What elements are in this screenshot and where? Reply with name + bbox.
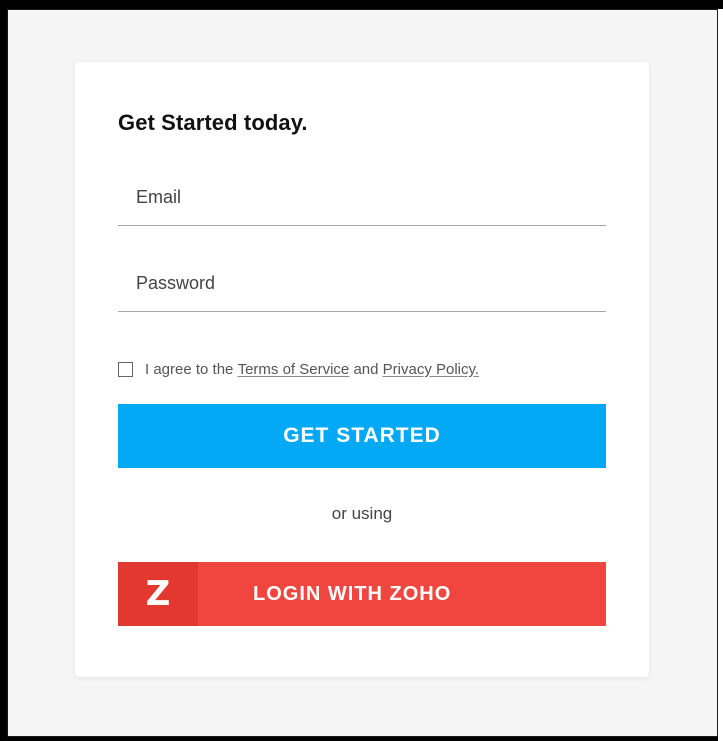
get-started-button[interactable]: GET STARTED [118, 404, 606, 468]
terms-agreement: I agree to the Terms of Service and Priv… [118, 360, 479, 378]
agree-prefix-text: I agree to the [145, 360, 234, 378]
terms-of-service-link[interactable]: Terms of Service [238, 361, 350, 378]
zoho-button-label: LOGIN WITH ZOHO [253, 582, 452, 605]
email-input[interactable] [118, 170, 606, 225]
page-edge [718, 9, 723, 741]
password-field [118, 256, 606, 312]
signup-card: Get Started today. I agree to the Terms … [75, 62, 649, 677]
card-title: Get Started today. [118, 110, 308, 135]
or-using-text: or using [331, 504, 393, 523]
agree-and-text: and [353, 360, 379, 378]
agree-checkbox[interactable] [118, 361, 133, 377]
email-field [118, 170, 606, 226]
zoho-logo-icon: Z [118, 562, 198, 626]
login-with-zoho-button[interactable]: Z LOGIN WITH ZOHO [118, 562, 606, 626]
password-input[interactable] [118, 256, 606, 311]
privacy-policy-link[interactable]: Privacy Policy. [383, 361, 479, 378]
